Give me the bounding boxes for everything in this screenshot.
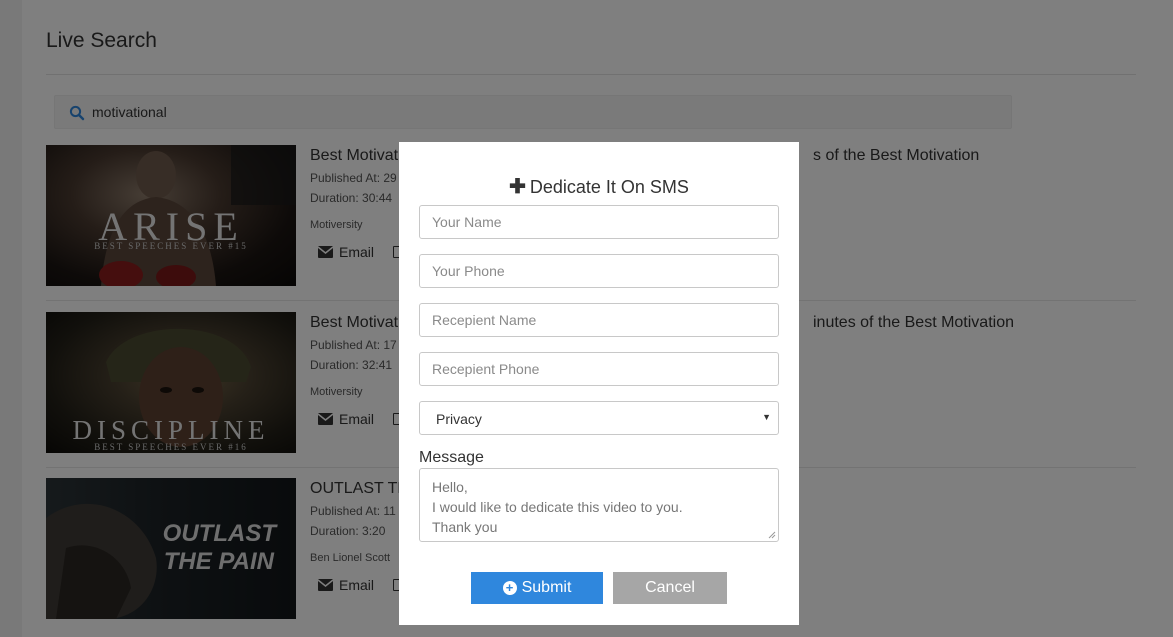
recipient-name-input[interactable] [419, 303, 779, 337]
your-name-input[interactable] [419, 205, 779, 239]
submit-button[interactable]: + Submit [471, 572, 603, 604]
message-line: Hello, [432, 479, 468, 495]
chevron-down-icon: ▼ [762, 412, 771, 422]
privacy-select[interactable]: Privacy ▼ [419, 401, 779, 435]
submit-label: Submit [521, 579, 572, 596]
cancel-button[interactable]: Cancel [613, 572, 727, 604]
plus-icon: ✚ [509, 176, 526, 198]
message-line: I would like to dedicate this video to y… [432, 499, 683, 515]
message-textarea[interactable]: Hello, I would like to dedicate this vid… [419, 468, 779, 542]
sms-dialog: ✚Dedicate It On SMS Privacy ▼ Message He… [399, 142, 799, 625]
dialog-title-text: Dedicate It On SMS [529, 177, 689, 197]
dialog-title: ✚ Dedicate It On SMS [399, 174, 799, 199]
privacy-value: Privacy [436, 411, 482, 427]
message-label: Message [419, 449, 484, 466]
your-phone-input[interactable] [419, 254, 779, 288]
plus-circle-icon: + [502, 581, 517, 595]
resize-handle-icon[interactable] [768, 531, 776, 539]
message-line: Thank you [432, 519, 498, 535]
recipient-phone-input[interactable] [419, 352, 779, 386]
